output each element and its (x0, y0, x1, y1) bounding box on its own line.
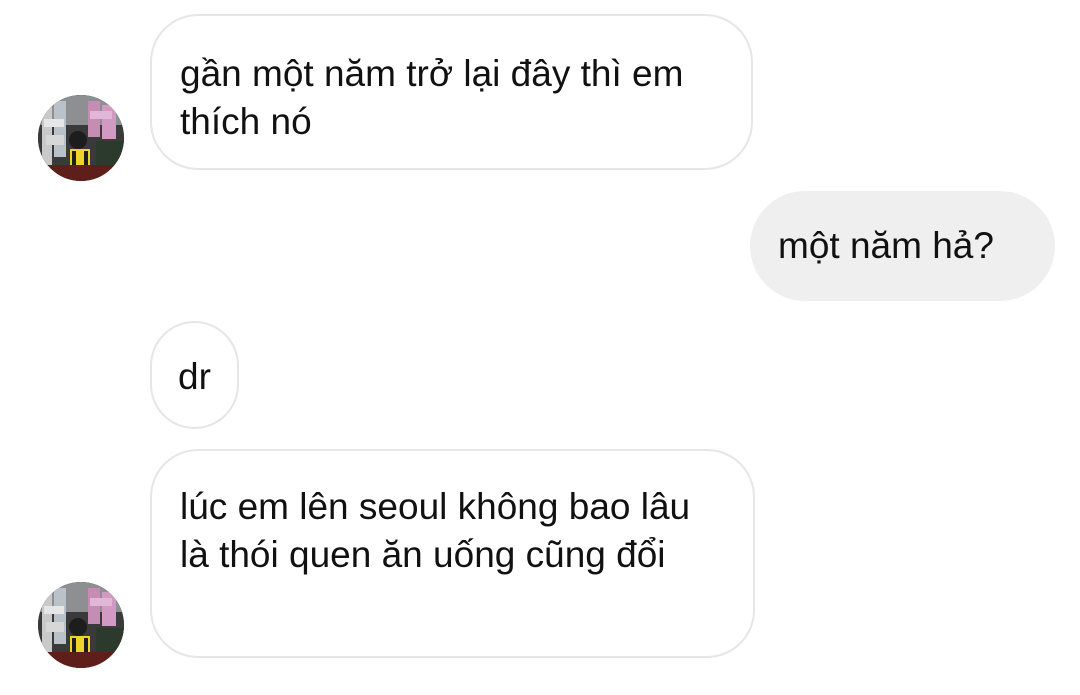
message-text: gần một năm trở lại đây thì em thích nó (180, 53, 684, 142)
sender-avatar[interactable] (38, 582, 124, 668)
avatar-photo-icon (38, 95, 124, 181)
message-text: một năm hả? (778, 225, 994, 266)
message-bubble-incoming[interactable]: lúc em lên seoul không bao lâu là thói q… (150, 449, 755, 658)
message-text: lúc em lên seoul không bao lâu là thói q… (180, 486, 691, 575)
message-text: dr (178, 356, 211, 397)
message-bubble-incoming[interactable]: gần một năm trở lại đây thì em thích nó (150, 14, 753, 170)
message-bubble-incoming[interactable]: dr (150, 321, 239, 429)
sender-avatar[interactable] (38, 95, 124, 181)
chat-thread: gần một năm trở lại đây thì em thích nó … (0, 0, 1080, 695)
avatar-photo-icon (38, 582, 124, 668)
message-bubble-outgoing[interactable]: một năm hả? (750, 191, 1055, 301)
